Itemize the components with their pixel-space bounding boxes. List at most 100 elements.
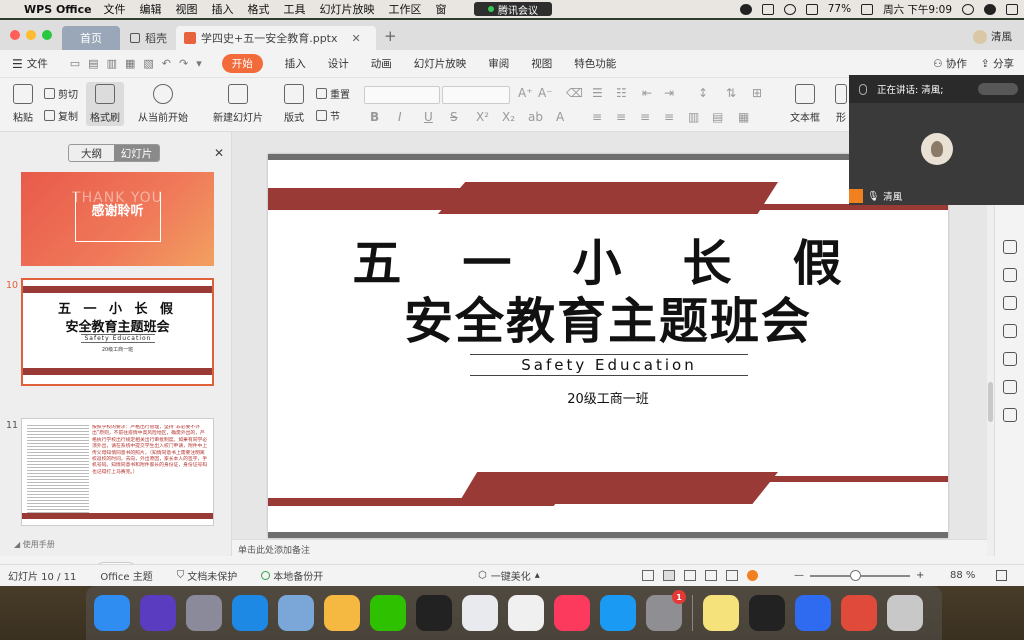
notes-area[interactable]: 单击此处添加备注: [232, 539, 994, 556]
distribute-icon[interactable]: ▥: [688, 110, 699, 124]
menu-tools[interactable]: 工具: [284, 1, 306, 17]
text-direction-icon[interactable]: ⇅: [726, 86, 736, 100]
numbering-icon[interactable]: ☷: [616, 86, 627, 100]
superscript-icon[interactable]: X²: [476, 110, 489, 124]
notes-icon[interactable]: [703, 595, 739, 631]
tab-view[interactable]: 视图: [531, 56, 552, 71]
tab-start[interactable]: 开始: [221, 54, 263, 73]
save-icon[interactable]: ▤: [88, 57, 98, 70]
history-icon[interactable]: [1002, 380, 1017, 394]
align-left-icon[interactable]: ≡: [592, 110, 602, 124]
microphone-icon[interactable]: [859, 83, 867, 95]
line-spacing-icon[interactable]: ↕: [698, 86, 708, 100]
subscript-icon[interactable]: X₂: [502, 110, 515, 124]
backup-status[interactable]: 本地备份开: [261, 568, 323, 583]
hamburger-icon[interactable]: ☰: [12, 57, 23, 71]
tab-home[interactable]: 首页: [62, 26, 120, 50]
zoom-out-icon[interactable]: —: [794, 570, 804, 581]
decrease-font-icon[interactable]: A⁻: [538, 86, 553, 100]
current-slide[interactable]: 五 一 小 长 假 安全教育主题班会 Safety Education 20级工…: [268, 154, 948, 538]
strikethrough-icon[interactable]: S: [450, 110, 458, 124]
menu-insert[interactable]: 插入: [212, 1, 234, 17]
normal-view-icon[interactable]: [663, 570, 675, 581]
menu-workspace[interactable]: 工作区: [389, 1, 422, 17]
menu-format[interactable]: 格式: [248, 1, 270, 17]
export-pdf-icon[interactable]: ▥: [107, 57, 117, 70]
align-right-icon[interactable]: ≡: [640, 110, 650, 124]
siri-tray-icon[interactable]: [984, 3, 996, 15]
siri-icon[interactable]: [140, 595, 176, 631]
animation-pane-icon[interactable]: [1002, 324, 1017, 338]
tab-special[interactable]: 特色功能: [574, 56, 616, 71]
cut-button[interactable]: 剪切: [44, 86, 78, 101]
app-name[interactable]: WPS Office: [24, 3, 92, 16]
battery-percent[interactable]: 77%: [828, 3, 851, 15]
columns-icon[interactable]: ▤: [712, 110, 723, 124]
sorter-view-icon[interactable]: [684, 570, 696, 581]
spotlight-icon[interactable]: [962, 3, 974, 15]
notes-view-icon[interactable]: [642, 570, 654, 581]
bold-icon[interactable]: B: [370, 110, 379, 124]
presenter-view-icon[interactable]: [726, 570, 738, 581]
share-button[interactable]: ⇪ 分享: [981, 56, 1014, 71]
slide-thumbnail-11[interactable]: 按照学校的要求：严格出行管理，坚持“非必要不外出”原则，不前往疫情中高风险地区，…: [21, 418, 214, 526]
tab-document[interactable]: 学四史+五一安全教育.pptx ✕: [176, 26, 376, 50]
datetime[interactable]: 周六 下午9:09: [883, 2, 952, 17]
chrome-icon[interactable]: [462, 595, 498, 631]
tab-animation[interactable]: 动画: [371, 56, 392, 71]
safari-icon[interactable]: [232, 595, 268, 631]
menu-window[interactable]: 窗: [436, 1, 447, 17]
open-icon[interactable]: ▭: [70, 57, 80, 70]
slide-thumbnail-9[interactable]: THANK YOU 感谢聆听: [21, 172, 214, 266]
format-painter-button[interactable]: 格式刷: [86, 82, 124, 126]
font-family-select[interactable]: [364, 86, 440, 104]
tab-slideshow[interactable]: 幻灯片放映: [414, 56, 467, 71]
photos-icon[interactable]: [324, 595, 360, 631]
tab-review[interactable]: 审阅: [488, 56, 509, 71]
meeting-floating-window[interactable]: 正在讲话: 清風; 🎙 清風: [849, 75, 1024, 205]
redo-icon[interactable]: ↷: [179, 57, 188, 70]
copy-button[interactable]: 复制: [44, 108, 78, 123]
shape-button[interactable]: 形: [834, 84, 848, 124]
collab-button[interactable]: ⚇ 协作: [933, 56, 967, 71]
lark-icon[interactable]: [795, 595, 831, 631]
launchpad-icon[interactable]: [186, 595, 222, 631]
indent-icon[interactable]: ⇤: [642, 86, 652, 100]
new-slide-button[interactable]: 新建幻灯片: [210, 84, 266, 124]
input-method-icon[interactable]: [861, 3, 874, 15]
file-menu[interactable]: 文件: [27, 56, 48, 71]
help-icon[interactable]: [1002, 408, 1017, 422]
reset-button[interactable]: 重置: [316, 86, 350, 101]
justify-icon[interactable]: ≡: [664, 110, 674, 124]
zoom-in-icon[interactable]: +: [916, 570, 924, 581]
increase-font-icon[interactable]: A⁺: [518, 86, 533, 100]
zoom-percent[interactable]: 88 %: [950, 570, 975, 581]
qq-icon-2[interactable]: [749, 595, 785, 631]
qq-icon[interactable]: [416, 595, 452, 631]
usage-manual-link[interactable]: ◢ 使用手册: [14, 539, 55, 550]
close-tab-icon[interactable]: ✕: [352, 32, 361, 45]
slide-title-line-2[interactable]: 安全教育主题班会: [268, 282, 948, 353]
slide-subtitle[interactable]: Safety Education: [470, 354, 748, 376]
clear-format-icon[interactable]: ⌫: [566, 86, 583, 100]
font-size-select[interactable]: [442, 86, 510, 104]
theme-name[interactable]: Office 主题: [100, 568, 152, 583]
section-button[interactable]: 节: [316, 108, 340, 123]
reading-view-icon[interactable]: [705, 570, 717, 581]
user-profile[interactable]: 清風: [973, 29, 1012, 44]
trash-icon[interactable]: [887, 595, 923, 631]
system-preferences-icon[interactable]: 1: [646, 590, 686, 631]
preview-icon[interactable]: [278, 595, 314, 631]
fill-icon[interactable]: [1002, 240, 1017, 254]
zoom-knob[interactable]: [850, 569, 861, 581]
tab-insert[interactable]: 插入: [285, 56, 306, 71]
tencent-meeting-pill[interactable]: 腾讯会议: [474, 2, 552, 17]
fit-window-icon[interactable]: [996, 570, 1007, 581]
adjust-icon[interactable]: [1002, 352, 1017, 366]
wps-icon[interactable]: [508, 595, 544, 631]
zoom-track[interactable]: [810, 569, 910, 581]
close-window-icon[interactable]: [10, 30, 20, 40]
font-color-icon[interactable]: A: [556, 110, 564, 124]
notification-center-icon[interactable]: [1006, 3, 1018, 15]
outdent-icon[interactable]: ⇥: [664, 86, 674, 100]
